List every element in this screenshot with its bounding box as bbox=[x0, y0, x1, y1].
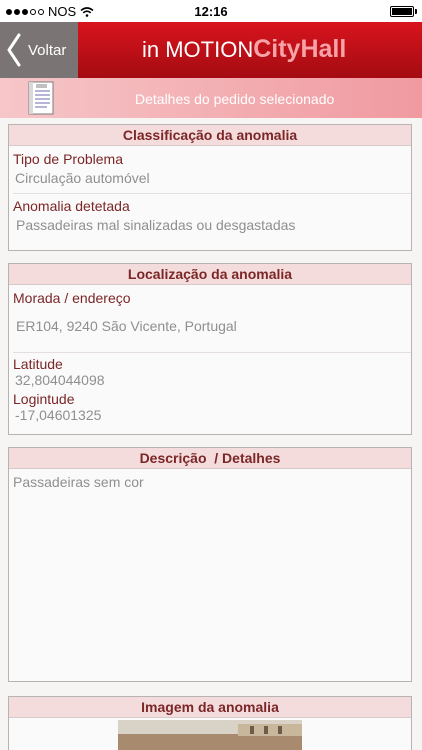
document-icon bbox=[28, 81, 54, 115]
problem-type-label: Tipo de Problema bbox=[13, 151, 123, 167]
app-title-prefix: in MOTION bbox=[142, 37, 254, 62]
longitude-value: -17,04601325 bbox=[15, 407, 102, 423]
back-button-label: Voltar bbox=[28, 41, 67, 59]
app-title: in MOTIONCityHall bbox=[142, 35, 346, 64]
description-card: Descrição / Detalhes Passadeiras sem cor bbox=[8, 447, 412, 682]
chevron-left-icon bbox=[0, 22, 28, 78]
description-text: Passadeiras sem cor bbox=[13, 474, 144, 490]
detected-anomaly-field: Anomalia detetada Passadeiras mal sinali… bbox=[9, 194, 411, 237]
address-field: Morada / endereço ER104, 9240 São Vicent… bbox=[9, 285, 411, 338]
status-time: 12:16 bbox=[194, 4, 228, 19]
anomaly-photo-image bbox=[118, 720, 302, 750]
location-title: Localização da anomalia bbox=[9, 264, 411, 285]
location-card: Localização da anomalia Morada / endereç… bbox=[8, 263, 412, 435]
latitude-field: Latitude 32,804044098 Logintude -17,0460… bbox=[9, 353, 411, 427]
problem-type-value: Circulação automóvel bbox=[15, 170, 150, 186]
latitude-label: Latitude bbox=[13, 356, 63, 372]
image-title: Imagem da anomalia bbox=[9, 697, 411, 718]
longitude-label: Logintude bbox=[13, 391, 75, 407]
problem-type-field: Tipo de Problema Circulação automóvel bbox=[9, 146, 411, 190]
address-label: Morada / endereço bbox=[13, 290, 131, 306]
description-title: Descrição / Detalhes bbox=[9, 448, 411, 469]
app-header: Voltar in MOTIONCityHall bbox=[0, 22, 422, 78]
subheader-title: Detalhes do pedido selecionado bbox=[135, 91, 335, 107]
description-field[interactable]: Passadeiras sem cor bbox=[9, 469, 411, 494]
status-bar: NOS 12:16 bbox=[0, 0, 422, 22]
latitude-value: 32,804044098 bbox=[15, 372, 105, 388]
app-title-brand: CityHall bbox=[253, 35, 347, 63]
anomaly-photo[interactable] bbox=[118, 720, 302, 750]
subheader-bar: Detalhes do pedido selecionado bbox=[0, 78, 422, 118]
address-value: ER104, 9240 São Vicente, Portugal bbox=[16, 318, 237, 334]
battery-icon bbox=[390, 6, 414, 17]
back-button[interactable]: Voltar bbox=[0, 22, 78, 78]
detected-anomaly-label: Anomalia detetada bbox=[13, 198, 130, 214]
classification-card: Classificação da anomalia Tipo de Proble… bbox=[8, 124, 412, 251]
detected-anomaly-value: Passadeiras mal sinalizadas ou desgastad… bbox=[16, 217, 296, 233]
battery-tip bbox=[415, 9, 417, 14]
classification-title: Classificação da anomalia bbox=[9, 125, 411, 146]
